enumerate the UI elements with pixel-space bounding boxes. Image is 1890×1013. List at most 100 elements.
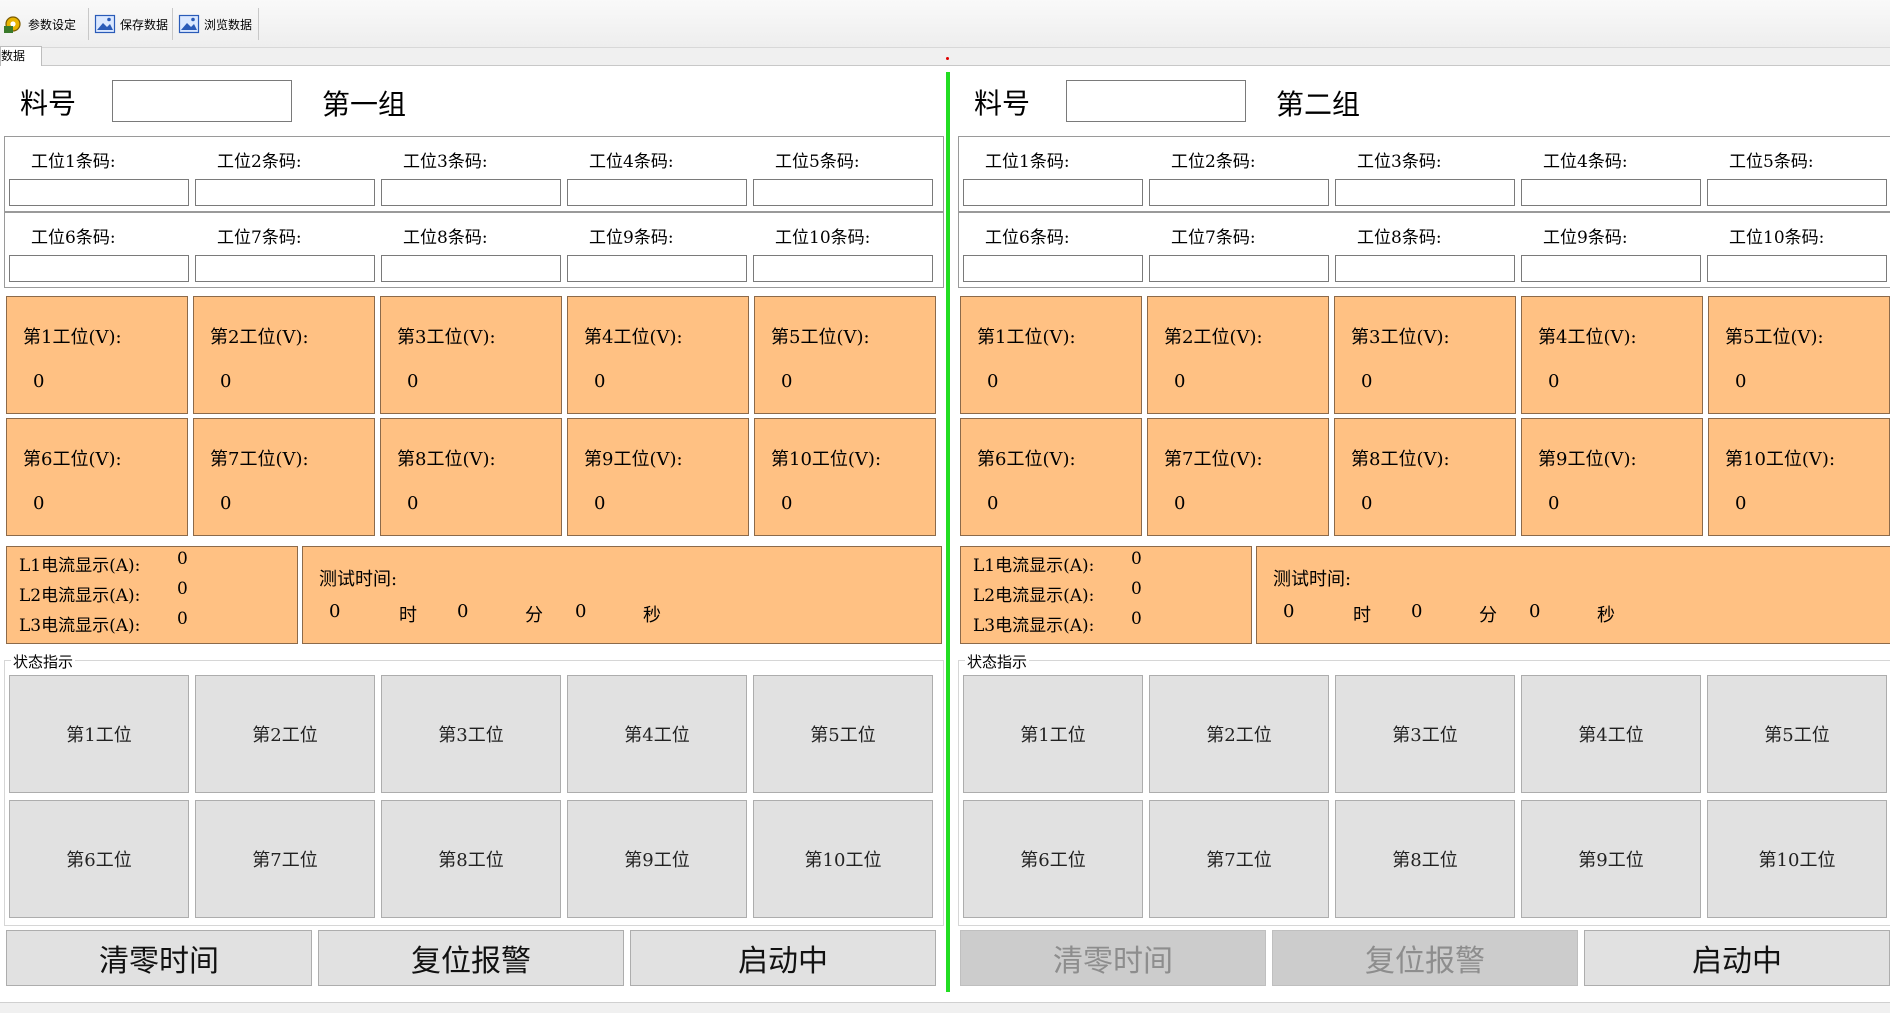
voltage-cell: 第6工位(V): 0 bbox=[6, 418, 188, 536]
reset-alarm-button[interactable]: 复位报警 bbox=[1272, 930, 1578, 986]
voltage-label: 第7工位(V): bbox=[1164, 449, 1263, 470]
barcode-input[interactable] bbox=[195, 255, 375, 282]
current-panel: L1电流显示(A): 0 L2电流显示(A): 0 L3电流显示(A): 0 bbox=[960, 546, 1252, 644]
station-status-indicator: 第7工位 bbox=[1149, 800, 1329, 918]
barcode-input[interactable] bbox=[753, 255, 933, 282]
station-status-indicator: 第8工位 bbox=[1335, 800, 1515, 918]
barcode-input[interactable] bbox=[9, 255, 189, 282]
current-label: L3电流显示(A): bbox=[19, 616, 141, 636]
barcode-label: 工位2条码: bbox=[1171, 152, 1256, 172]
start-button[interactable]: 启动中 bbox=[1584, 930, 1890, 986]
barcode-cell: 工位6条码: bbox=[5, 213, 191, 289]
station-status-indicator: 第9工位 bbox=[567, 800, 747, 918]
current-label: L1电流显示(A): bbox=[973, 556, 1095, 576]
test-time-panel: 测试时间: 0 时 0 分 0 秒 bbox=[302, 546, 942, 644]
barcode-cell: 工位3条码: bbox=[377, 137, 563, 213]
start-button[interactable]: 启动中 bbox=[630, 930, 936, 986]
params-settings-button[interactable]: 参数设定 bbox=[2, 10, 76, 38]
minute-unit-label: 分 bbox=[1479, 605, 1497, 626]
material-number-input[interactable] bbox=[112, 80, 292, 122]
voltage-label: 第5工位(V): bbox=[771, 327, 870, 348]
barcode-input[interactable] bbox=[195, 179, 375, 206]
barcode-label: 工位2条码: bbox=[217, 152, 302, 172]
barcode-cell: 工位5条码: bbox=[1703, 137, 1889, 213]
save-data-button[interactable]: 保存数据 bbox=[94, 10, 168, 38]
station-status-indicator: 第1工位 bbox=[9, 675, 189, 793]
group-divider bbox=[946, 72, 950, 992]
barcode-input[interactable] bbox=[381, 255, 561, 282]
barcode-input[interactable] bbox=[567, 179, 747, 206]
voltage-cell: 第5工位(V): 0 bbox=[754, 296, 936, 414]
tab-data[interactable]: 数据 bbox=[0, 46, 42, 66]
barcode-input[interactable] bbox=[963, 179, 1143, 206]
voltage-value: 0 bbox=[33, 371, 45, 392]
barcode-input[interactable] bbox=[567, 255, 747, 282]
barcode-label: 工位3条码: bbox=[1357, 152, 1442, 172]
barcode-input[interactable] bbox=[963, 255, 1143, 282]
barcode-input[interactable] bbox=[1149, 255, 1329, 282]
reset-alarm-button[interactable]: 复位报警 bbox=[318, 930, 624, 986]
barcode-cell: 工位3条码: bbox=[1331, 137, 1517, 213]
barcode-input[interactable] bbox=[1521, 179, 1701, 206]
barcode-label: 工位7条码: bbox=[217, 228, 302, 248]
station-status-indicator: 第2工位 bbox=[195, 675, 375, 793]
minute-unit-label: 分 bbox=[525, 605, 543, 626]
current-value: 0 bbox=[177, 549, 188, 569]
barcode-input[interactable] bbox=[1149, 179, 1329, 206]
barcode-cell: 工位10条码: bbox=[1703, 213, 1889, 289]
barcode-cell: 工位8条码: bbox=[1331, 213, 1517, 289]
voltage-cell: 第2工位(V): 0 bbox=[1147, 296, 1329, 414]
voltage-label: 第1工位(V): bbox=[977, 327, 1076, 348]
browse-data-label: 浏览数据 bbox=[204, 17, 253, 32]
voltage-value: 0 bbox=[781, 371, 793, 392]
clear-time-button[interactable]: 清零时间 bbox=[960, 930, 1266, 986]
voltage-label: 第7工位(V): bbox=[210, 449, 309, 470]
test-time-minutes: 0 bbox=[457, 601, 469, 622]
barcode-input[interactable] bbox=[1707, 179, 1887, 206]
voltage-value: 0 bbox=[220, 493, 232, 514]
browse-data-button[interactable]: 浏览数据 bbox=[178, 10, 252, 38]
barcode-label: 工位8条码: bbox=[403, 228, 488, 248]
barcode-input[interactable] bbox=[1335, 179, 1515, 206]
barcode-cell: 工位4条码: bbox=[563, 137, 749, 213]
barcode-input[interactable] bbox=[753, 179, 933, 206]
voltage-value: 0 bbox=[1548, 493, 1560, 514]
voltage-label: 第4工位(V): bbox=[584, 327, 683, 348]
status-indicator-title: 状态指示 bbox=[965, 651, 1030, 672]
voltage-cell: 第7工位(V): 0 bbox=[1147, 418, 1329, 536]
material-number-input[interactable] bbox=[1066, 80, 1246, 122]
voltage-value: 0 bbox=[220, 371, 232, 392]
voltage-value: 0 bbox=[594, 493, 606, 514]
barcode-input[interactable] bbox=[1335, 255, 1515, 282]
barcode-label: 工位8条码: bbox=[1357, 228, 1442, 248]
group-panel-2: 料号 第二组 工位1条码: 工位2条码: 工位3条码: 工位4条码: 工位5条码: 工位6条码… bbox=[958, 70, 1890, 996]
status-indicator-group: 状态指示 第1工位 第2工位 第3工位 第4工位 第5工位 第6工位 第7工位 第8工位 第9工位… bbox=[4, 651, 944, 926]
material-number-label: 料号 bbox=[20, 87, 77, 120]
barcode-input[interactable] bbox=[1521, 255, 1701, 282]
barcode-label: 工位5条码: bbox=[1729, 152, 1814, 172]
current-label: L2电流显示(A): bbox=[19, 586, 141, 606]
hour-unit-label: 时 bbox=[399, 605, 417, 626]
voltage-value: 0 bbox=[987, 371, 999, 392]
material-number-label: 料号 bbox=[974, 87, 1031, 120]
second-unit-label: 秒 bbox=[643, 605, 661, 626]
test-time-seconds: 0 bbox=[1529, 601, 1541, 622]
station-status-indicator: 第4工位 bbox=[567, 675, 747, 793]
voltage-value: 0 bbox=[594, 371, 606, 392]
station-status-indicator: 第10工位 bbox=[1707, 800, 1887, 918]
settings-gear-icon bbox=[4, 16, 21, 33]
voltage-cell: 第8工位(V): 0 bbox=[380, 418, 562, 536]
voltage-value: 0 bbox=[1174, 493, 1186, 514]
image-icon bbox=[94, 14, 116, 34]
voltage-label: 第10工位(V): bbox=[1725, 449, 1836, 470]
barcode-input[interactable] bbox=[9, 179, 189, 206]
group-panel-1: 料号 第一组 工位1条码: 工位2条码: 工位3条码: 工位4条码: 工位5条码: 工位6条码… bbox=[4, 70, 944, 996]
barcode-input[interactable] bbox=[381, 179, 561, 206]
barcode-input[interactable] bbox=[1707, 255, 1887, 282]
voltage-value: 0 bbox=[1361, 493, 1373, 514]
barcode-label: 工位4条码: bbox=[589, 152, 674, 172]
voltage-value: 0 bbox=[1548, 371, 1560, 392]
station-status-indicator: 第5工位 bbox=[1707, 675, 1887, 793]
station-status-indicator: 第8工位 bbox=[381, 800, 561, 918]
clear-time-button[interactable]: 清零时间 bbox=[6, 930, 312, 986]
